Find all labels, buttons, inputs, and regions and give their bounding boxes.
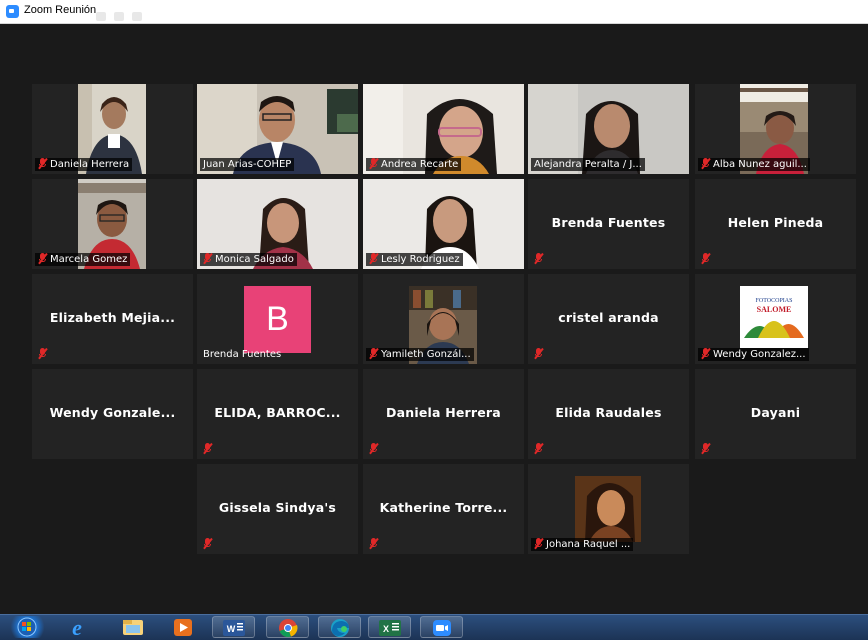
participant-name: Dayani — [750, 405, 801, 420]
participant-name-label: Johana Raquel ... — [531, 538, 634, 551]
svg-text:FOTOCOPIAS: FOTOCOPIAS — [756, 298, 793, 304]
participant-tile[interactable]: ELIDA, BARROC... — [197, 369, 358, 459]
muted-mic-icon — [203, 253, 213, 265]
excel-icon[interactable]: X — [368, 616, 411, 638]
muted-mic-icon — [369, 348, 379, 360]
participant-name-label: Yamileth Gonzál... — [366, 348, 474, 361]
participant-tile-active-speaker[interactable]: Alejandra Peralta / J... — [528, 84, 689, 174]
participant-tile[interactable]: Gissela Sindya's — [197, 464, 358, 554]
participant-logo: FOTOCOPIAS SALOME — [740, 286, 808, 348]
muted-mic-icon — [369, 158, 379, 170]
participant-name: Gissela Sindya's — [218, 500, 337, 515]
participant-name-label: Alejandra Peralta / J... — [531, 158, 645, 171]
participant-tile[interactable]: Lesly Rodriguez — [363, 179, 524, 269]
participant-tile[interactable]: Andrea Recarte — [363, 84, 524, 174]
window-title: Zoom Reunión — [24, 4, 97, 16]
participant-name-label: Alba Nunez aguil... — [698, 158, 810, 171]
participant-name-label: Brenda Fuentes — [203, 349, 282, 360]
participant-tile[interactable]: cristel aranda — [528, 274, 689, 364]
participant-tile[interactable]: Katherine Torre... — [363, 464, 524, 554]
participant-name-label: Wendy Gonzalez... — [698, 348, 809, 361]
quick-access-toolbar — [96, 6, 156, 21]
file-explorer-icon[interactable] — [111, 616, 154, 638]
participant-tile[interactable]: Elida Raudales — [528, 369, 689, 459]
participant-name-label: Lesly Rodriguez — [366, 253, 463, 266]
muted-mic-icon — [369, 253, 379, 265]
title-bar: Zoom Reunión — [0, 0, 868, 24]
svg-text:X: X — [383, 624, 389, 634]
participant-avatar: B — [244, 286, 311, 353]
internet-explorer-icon[interactable]: e — [56, 616, 99, 638]
participant-tile[interactable]: Wendy Gonzale... — [32, 369, 193, 459]
participant-name: Katherine Torre... — [379, 500, 508, 515]
muted-mic-icon — [701, 252, 711, 265]
participant-video — [575, 476, 641, 542]
participant-name: Elizabeth Mejia... — [49, 310, 176, 325]
edge-icon[interactable] — [318, 616, 361, 638]
participant-tile[interactable]: B Brenda Fuentes — [197, 274, 358, 364]
participant-tile[interactable]: Juan Arias-COHEP — [197, 84, 358, 174]
participant-name: cristel aranda — [558, 310, 659, 325]
svg-text:SALOME: SALOME — [757, 305, 792, 314]
participant-tile[interactable]: Helen Pineda — [695, 179, 856, 269]
muted-mic-icon — [369, 442, 379, 455]
gallery-view: Daniela Herrera Juan Arias-COHEP Andrea … — [0, 24, 868, 614]
participant-tile[interactable]: Johana Raquel ... — [528, 464, 689, 554]
participant-name-label: Juan Arias-COHEP — [200, 158, 295, 171]
participant-tile[interactable]: Brenda Fuentes — [528, 179, 689, 269]
participant-name: Brenda Fuentes — [551, 215, 666, 230]
muted-mic-icon — [38, 253, 48, 265]
muted-mic-icon — [38, 158, 48, 170]
participant-name-label: Monica Salgado — [200, 253, 297, 266]
windows-taskbar: e W X — [0, 614, 868, 640]
svg-text:e: e — [72, 616, 82, 638]
muted-mic-icon — [534, 538, 544, 550]
svg-text:W: W — [227, 624, 236, 634]
muted-mic-icon — [701, 348, 711, 360]
muted-mic-icon — [701, 158, 711, 170]
participant-name: Elida Raudales — [555, 405, 662, 420]
muted-mic-icon — [369, 537, 379, 550]
participant-tile[interactable]: Elizabeth Mejia... — [32, 274, 193, 364]
muted-mic-icon — [534, 347, 544, 360]
chrome-icon[interactable] — [266, 616, 309, 638]
participant-tile[interactable]: FOTOCOPIAS SALOME Wendy Gonzalez... — [695, 274, 856, 364]
zoom-app-icon — [6, 5, 19, 18]
participant-tile[interactable]: Yamileth Gonzál... — [363, 274, 524, 364]
windows-start-icon[interactable] — [6, 616, 49, 638]
muted-mic-icon — [534, 252, 544, 265]
participant-tile[interactable]: Marcela Gomez — [32, 179, 193, 269]
muted-mic-icon — [203, 442, 213, 455]
participant-tile[interactable]: Daniela Herrera — [32, 84, 193, 174]
participant-name: ELIDA, BARROC... — [214, 405, 341, 420]
muted-mic-icon — [203, 537, 213, 550]
word-icon[interactable]: W — [212, 616, 255, 638]
muted-mic-icon — [38, 347, 48, 360]
muted-mic-icon — [701, 442, 711, 455]
participant-name: Helen Pineda — [727, 215, 824, 230]
participant-tile[interactable]: Daniela Herrera — [363, 369, 524, 459]
participant-tile[interactable]: Alba Nunez aguil... — [695, 84, 856, 174]
media-player-icon[interactable] — [163, 616, 206, 638]
zoom-icon[interactable] — [420, 616, 463, 638]
participant-name: Wendy Gonzale... — [49, 405, 176, 420]
participant-tile[interactable]: Dayani — [695, 369, 856, 459]
participant-name-label: Daniela Herrera — [35, 158, 133, 171]
muted-mic-icon — [534, 442, 544, 455]
participant-tile[interactable]: Monica Salgado — [197, 179, 358, 269]
participant-name: Daniela Herrera — [386, 405, 501, 420]
participant-name-label: Marcela Gomez — [35, 253, 131, 266]
participant-name-label: Andrea Recarte — [366, 158, 462, 171]
